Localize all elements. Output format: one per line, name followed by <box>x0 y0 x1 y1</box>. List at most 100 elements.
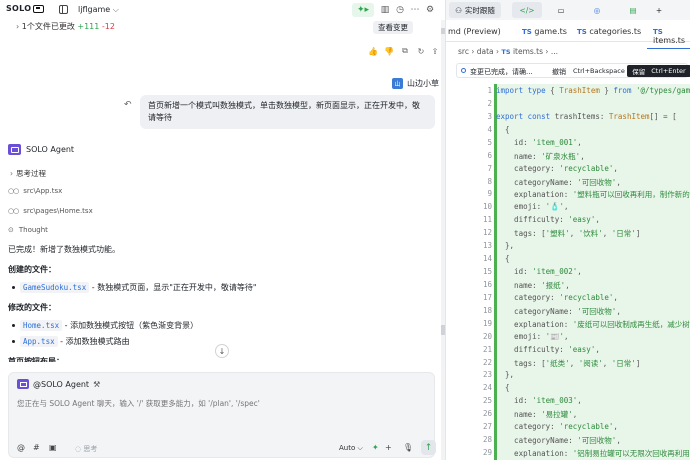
brain-icon: ◌ <box>75 445 82 453</box>
share-icon[interactable]: ⇪ <box>430 46 440 56</box>
code-token: '易拉罐' <box>541 410 573 420</box>
line-number: 19 <box>482 318 492 328</box>
breadcrumb-item[interactable]: items.ts <box>513 47 543 56</box>
tab-game[interactable]: TS game.ts <box>522 27 567 36</box>
tool-read-app[interactable]: ○○ src\App.tsx <box>8 187 62 195</box>
code-line: emoji: '🧴', <box>496 202 569 211</box>
file-chip[interactable]: App.tsx <box>20 336 58 347</box>
code-token: 'recyclable' <box>559 163 614 173</box>
scroll-down-button[interactable]: ↓ <box>215 344 229 358</box>
line-number: 11 <box>482 215 492 225</box>
copy-icon[interactable]: ⧉ <box>400 46 410 56</box>
code-token: name: <box>496 280 542 290</box>
terminal-tab[interactable]: ▭ <box>550 2 572 18</box>
sidebar-toggle-icon[interactable] <box>59 5 68 14</box>
tool-read-home[interactable]: ○○ src\pages\Home.tsx <box>8 207 93 215</box>
tab-label: md (Preview) <box>448 27 501 36</box>
hash-context-icon[interactable]: # <box>33 443 40 452</box>
modified-heading: 修改的文件： <box>8 303 56 312</box>
ai-spark-button[interactable]: ✦▸ <box>352 3 374 17</box>
code-line: explanation: '铝制易拉罐可以无限次回收再利用 <box>496 448 690 459</box>
code-line: { <box>496 125 510 134</box>
undo-icon[interactable]: ↶ <box>124 100 132 110</box>
thumbs-down-icon[interactable]: 👎 <box>384 46 394 56</box>
tab-items[interactable]: TS items.ts <box>647 27 690 49</box>
thought-row[interactable]: ⊙ Thought <box>8 226 48 234</box>
code-token: '铝制易拉罐可以无限次回收再利用 <box>572 449 690 459</box>
code-line: name: '报纸', <box>496 280 570 291</box>
line-number: 13 <box>482 241 492 251</box>
history-icon[interactable]: ◷ <box>395 3 405 17</box>
review-changes-button[interactable]: 查看变更 <box>373 21 413 34</box>
chat-input[interactable] <box>17 399 427 408</box>
code-token: '矿泉水瓶' <box>541 151 581 161</box>
agent-name: SOLO Agent <box>26 145 75 154</box>
chevron-right-icon: › <box>10 168 13 178</box>
code-token: 'recyclable' <box>559 422 614 432</box>
code-line: category: 'recyclable', <box>496 164 618 173</box>
more-icon[interactable]: ⋯ <box>410 3 420 17</box>
code-token: 'item_002' <box>532 267 578 277</box>
code-token: }, <box>496 370 515 380</box>
keep-button[interactable]: 保留 Ctrl+Enter <box>627 65 690 77</box>
file-chip[interactable]: GameSudoku.tsx <box>20 282 90 293</box>
code-line: }, <box>496 370 514 379</box>
code-token: '塑料' <box>545 229 570 239</box>
user-name: 山边小草 <box>407 79 439 88</box>
files-changed-summary: › 1个文件已更改 +111 -12 <box>16 21 115 32</box>
add-icon[interactable]: + <box>385 443 392 452</box>
code-token: , <box>595 344 600 354</box>
keep-label: 保留 <box>632 68 646 76</box>
realtime-follow-button[interactable]: ⚇ 实时跟随 <box>449 2 501 18</box>
solo-logo: SOLO <box>6 4 45 13</box>
model-label: Auto <box>339 444 356 452</box>
project-name[interactable]: ljflgame ⌵ <box>78 5 119 15</box>
at-mention-icon[interactable]: @ <box>17 443 25 452</box>
browser-tab[interactable]: ◎ <box>586 2 608 18</box>
send-button[interactable]: ↑ <box>421 440 436 455</box>
new-tab-button[interactable]: + <box>652 2 666 18</box>
done-text: 已完成！新增了数独模式功能。 <box>8 245 120 254</box>
breadcrumb: src › data › TS items.ts › ... <box>458 47 558 56</box>
split-view-icon[interactable]: ▥ <box>380 3 390 17</box>
code-token: ] <box>635 358 641 368</box>
tab-preview[interactable]: md (Preview) <box>448 27 501 36</box>
breadcrumb-item[interactable]: ... <box>551 47 558 56</box>
undo-button[interactable]: 撤销 <box>552 67 566 77</box>
logo-box-icon <box>33 4 45 13</box>
code-line: { <box>496 383 510 392</box>
settings-icon[interactable]: ⚙ <box>425 3 435 17</box>
tab-categories[interactable]: TS categories.ts <box>577 27 641 36</box>
editor-top-bar: ⚇ 实时跟随 </> ▭ ◎ ▤ + <box>446 0 690 20</box>
breadcrumb-item[interactable]: src <box>458 47 469 56</box>
sparkle-icon[interactable]: ✦ <box>372 443 379 452</box>
thought-label: Thought <box>18 226 48 234</box>
retry-icon[interactable]: ↻ <box>416 46 426 56</box>
code-token: id: <box>496 267 533 277</box>
code-token: , <box>572 410 578 420</box>
docs-tab[interactable]: ▤ <box>622 2 644 18</box>
code-view-tab[interactable]: </> <box>512 2 542 18</box>
code-editor[interactable]: 1 2 3 4 5 6 7 8 9 10 11 12 13 14 15 16 17 18 19 20 21 22 23 24 2… <box>446 84 690 460</box>
item-desc: - 添加数独模式路由 <box>57 337 130 346</box>
code-line: category: 'recyclable', <box>496 293 618 302</box>
code-token: category: <box>496 292 560 302</box>
model-select[interactable]: Auto ⌵ <box>339 444 363 453</box>
thumbs-up-icon[interactable]: 👍 <box>368 46 378 56</box>
thinking-toggle[interactable]: › 思考过程 <box>8 166 52 180</box>
think-toggle[interactable]: ◌ 思考 <box>75 444 97 454</box>
code-token: ] <box>635 229 641 239</box>
microphone-icon[interactable]: 🎙 <box>403 443 413 452</box>
logo-text: SOLO <box>6 4 32 13</box>
line-number: 16 <box>482 279 492 289</box>
image-upload-icon[interactable]: ▣ <box>49 443 57 452</box>
code-line: id: 'item_002', <box>496 267 582 276</box>
code-token: 'item_003' <box>532 396 578 406</box>
breadcrumb-item[interactable]: data <box>477 47 494 56</box>
file-chip[interactable]: Home.tsx <box>20 320 63 331</box>
code-token: explanation: <box>496 190 573 200</box>
code-token: id: <box>496 396 533 406</box>
line-number: 8 <box>487 176 492 186</box>
composer-agent-tag[interactable]: @SOLO Agent ⚒ <box>17 379 100 389</box>
code-token: , <box>577 137 582 147</box>
